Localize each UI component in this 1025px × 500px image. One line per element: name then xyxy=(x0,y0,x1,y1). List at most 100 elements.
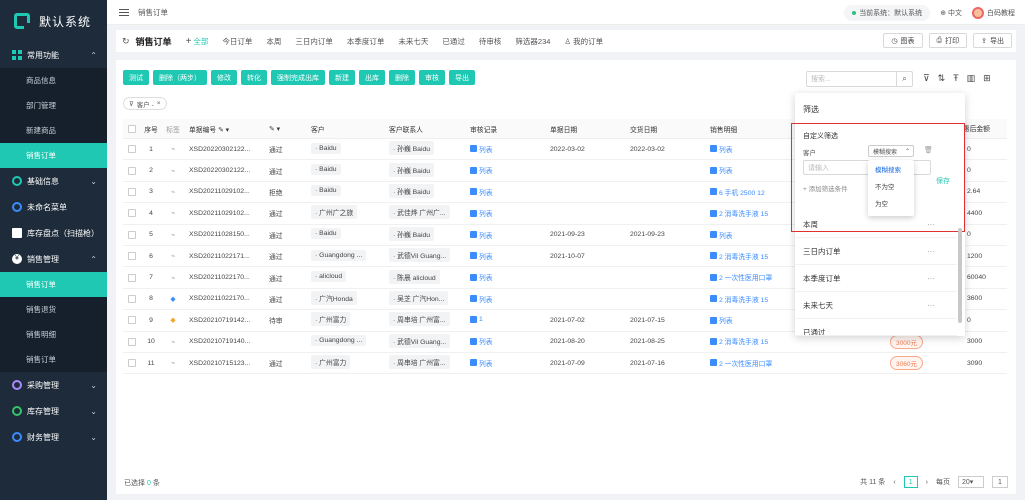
more-icon[interactable]: ··· xyxy=(927,247,935,256)
order-code[interactable]: XSD20211022170... xyxy=(185,295,265,302)
list-link[interactable]: 列表 xyxy=(470,208,493,218)
saved-filter-item[interactable]: 三日内订单 ··· xyxy=(795,238,957,265)
sidebar-group-unnamed[interactable]: 未命名菜单 xyxy=(0,194,107,220)
list-link[interactable]: 列表 xyxy=(470,358,493,368)
more-icon[interactable]: ··· xyxy=(927,220,935,229)
order-code[interactable]: XSD20211022171... xyxy=(185,253,265,260)
select-all-checkbox[interactable] xyxy=(123,124,141,133)
save-filter-button[interactable]: 保存 xyxy=(936,176,950,186)
active-filter-tag[interactable]: ⊽ 客户 - × xyxy=(123,97,167,110)
sidebar-item-sales-return[interactable]: 销售退货 xyxy=(0,297,107,322)
col-header-delivery-date[interactable]: 交货日期 xyxy=(626,124,706,134)
saved-filter-item[interactable]: 未来七天 ··· xyxy=(795,292,957,319)
list-link[interactable]: 列表 xyxy=(710,144,733,154)
list-link[interactable]: 列表 xyxy=(470,272,493,282)
tab-my-orders[interactable]: ♙ 我的订单 xyxy=(564,36,603,47)
sort-icon[interactable]: ⇅ xyxy=(938,73,946,84)
language-switcher[interactable]: ⊕ 中文 xyxy=(940,8,962,18)
search-input[interactable]: 搜索... ⌕ xyxy=(806,71,913,87)
col-header-sales-detail[interactable]: 销售明细 xyxy=(706,124,794,134)
bar-chart-icon[interactable]: ▥ xyxy=(967,73,976,84)
saved-filter-item[interactable]: 本周 ··· xyxy=(795,211,957,238)
order-code[interactable]: XSD20210719142... xyxy=(185,317,265,324)
col-header-code[interactable]: 单据编号 ✎ ▾ xyxy=(185,124,265,134)
list-link[interactable]: 1 xyxy=(470,315,483,323)
tab-this-week[interactable]: 本周 xyxy=(266,36,281,47)
sidebar-item-sales-detail[interactable]: 销售明细 xyxy=(0,322,107,347)
row-checkbox[interactable] xyxy=(123,359,141,368)
chart-button[interactable]: ◷ 图表 xyxy=(883,33,923,48)
list-link[interactable]: 2 一次性医用口罩 xyxy=(710,358,772,368)
order-code[interactable]: XSD20211029102... xyxy=(185,210,265,217)
dropdown-option-not-empty[interactable]: 不为空 xyxy=(868,177,914,194)
sidebar-item-sales-order-3[interactable]: 销售订单 xyxy=(0,347,107,372)
list-link[interactable]: 列表 xyxy=(470,294,493,304)
list-link[interactable]: 2 消毒洗手液 15 xyxy=(710,336,768,346)
force-complete-outbound-button[interactable]: 强制完成出库 xyxy=(271,70,325,85)
export-data-button[interactable]: 导出 xyxy=(449,70,475,85)
list-link[interactable]: 列表 xyxy=(470,165,493,175)
export-button[interactable]: ⇪ 导出 xyxy=(973,33,1012,48)
tab-today[interactable]: 今日订单 xyxy=(222,36,252,47)
order-code[interactable]: XSD20220302122... xyxy=(185,167,265,174)
more-icon[interactable]: ··· xyxy=(927,274,935,283)
row-checkbox[interactable] xyxy=(123,166,141,175)
edit-button[interactable]: 修改 xyxy=(211,70,237,85)
col-header-doc-date[interactable]: 单据日期 xyxy=(546,124,626,134)
order-code[interactable]: XSD20220302122... xyxy=(185,146,265,153)
close-icon[interactable]: × xyxy=(157,100,161,107)
col-header-customer[interactable]: 客户 xyxy=(307,124,385,134)
delete-button[interactable]: 删除 xyxy=(389,70,415,85)
delete-two-step-button[interactable]: 删除（两步） xyxy=(153,70,207,85)
sidebar-item-sales-order[interactable]: 销售订单 xyxy=(0,143,107,168)
saved-filter-item[interactable]: 本季度订单 ··· xyxy=(795,265,957,292)
review-button[interactable]: 审核 xyxy=(419,70,445,85)
tab-this-quarter[interactable]: 本季度订单 xyxy=(347,36,385,47)
saved-filter-item[interactable]: 已通过 xyxy=(795,319,957,336)
dropdown-option-fuzzy[interactable]: 模糊搜索 xyxy=(868,160,914,177)
col-header-status[interactable]: ✎ ▾ xyxy=(265,125,307,133)
sidebar-group-sales[interactable]: ¥ 销售管理 ⌃ xyxy=(0,246,107,272)
tab-all[interactable]: 全部 xyxy=(193,36,208,47)
trash-icon[interactable]: 🗑 xyxy=(924,146,933,154)
menu-icon[interactable] xyxy=(119,8,129,16)
list-link[interactable]: 2 消毒洗手液 15 xyxy=(710,294,768,304)
sidebar-item-product-info[interactable]: 商品信息 xyxy=(0,68,107,93)
text-icon[interactable]: Ŧ xyxy=(953,73,959,84)
order-code[interactable]: XSD20210715123... xyxy=(185,360,265,367)
row-checkbox[interactable] xyxy=(123,252,141,261)
sidebar-group-finance[interactable]: 财务管理 ⌄ xyxy=(0,424,107,450)
tab-three-days[interactable]: 三日内订单 xyxy=(295,36,333,47)
new-button[interactable]: 新建 xyxy=(329,70,355,85)
tab-pending[interactable]: 待审核 xyxy=(479,36,502,47)
tab-filter-234[interactable]: 筛选器234 xyxy=(515,36,550,47)
list-link[interactable]: 列表 xyxy=(470,187,493,197)
page-number[interactable]: 1 xyxy=(903,476,918,488)
list-link[interactable]: 6 手机 2500 12 xyxy=(710,187,765,197)
list-link[interactable]: 列表 xyxy=(710,315,733,325)
outbound-button[interactable]: 出库 xyxy=(359,70,385,85)
order-code[interactable]: XSD20210719140... xyxy=(185,338,265,345)
row-checkbox[interactable] xyxy=(123,187,141,196)
tab-next-seven-days[interactable]: 未来七天 xyxy=(398,36,428,47)
sidebar-item-sales-order-2[interactable]: 销售订单 xyxy=(0,272,107,297)
row-checkbox[interactable] xyxy=(123,230,141,239)
sidebar-group-common[interactable]: 常用功能 ⌃ xyxy=(0,42,107,68)
next-page-button[interactable]: › xyxy=(926,479,928,486)
add-view-icon[interactable]: + xyxy=(186,36,192,47)
search-icon[interactable]: ⌕ xyxy=(896,72,912,86)
list-link[interactable]: 2 一次性医用口罩 xyxy=(710,272,772,282)
more-icon[interactable]: ··· xyxy=(927,301,935,310)
row-checkbox[interactable] xyxy=(123,209,141,218)
filter-icon[interactable]: ⊽ xyxy=(923,73,930,84)
list-link[interactable]: 2 消毒洗手液 15 xyxy=(710,251,768,261)
user-menu[interactable]: 白码教程 xyxy=(972,6,1015,19)
sidebar-group-stock[interactable]: 库存管理 ⌄ xyxy=(0,398,107,424)
print-button[interactable]: ⎙ 打印 xyxy=(928,33,968,48)
row-checkbox[interactable] xyxy=(123,145,141,154)
row-checkbox[interactable] xyxy=(123,294,141,303)
sidebar-group-purchase[interactable]: 采购管理 ⌄ xyxy=(0,372,107,398)
col-header-audit[interactable]: 审核记录 xyxy=(466,124,546,134)
test-button[interactable]: 测试 xyxy=(123,70,149,85)
list-link[interactable]: 列表 xyxy=(470,336,493,346)
